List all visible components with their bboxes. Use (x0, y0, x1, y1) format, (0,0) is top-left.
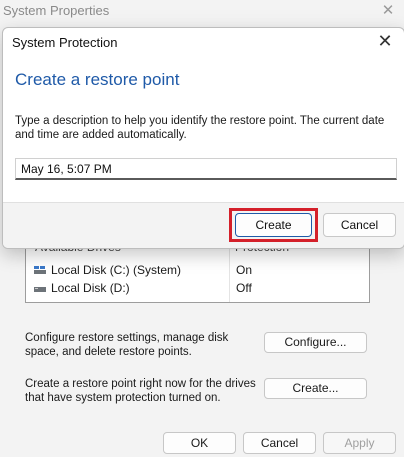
drive-icon (34, 287, 46, 292)
create-button[interactable]: Create (235, 213, 312, 237)
configure-button[interactable]: Configure... (264, 332, 367, 353)
table-row[interactable]: Local Disk (C:) (System) On (26, 262, 369, 280)
configure-description: Configure restore settings, manage disk … (25, 332, 229, 358)
apply-button: Apply (323, 432, 396, 454)
window-titlebar: System Properties ✕ (0, 0, 404, 24)
restore-point-description-input[interactable] (15, 158, 397, 180)
dialog-description: Type a description to help you identify … (15, 115, 385, 141)
ok-button[interactable]: OK (163, 432, 236, 454)
create-restore-point-button[interactable]: Create... (264, 378, 367, 399)
window-title: System Properties (3, 3, 110, 18)
create-description: Create a restore point right now for the… (25, 378, 256, 404)
cancel-button[interactable]: Cancel (243, 432, 316, 454)
system-protection-dialog: System Protection ✕ Create a restore poi… (2, 27, 404, 249)
drive-protection: On (236, 263, 253, 277)
drive-name: Local Disk (C:) (System) (51, 263, 182, 277)
dialog-heading: Create a restore point (15, 70, 180, 89)
cancel-button[interactable]: Cancel (323, 213, 396, 237)
close-icon[interactable]: ✕ (378, 1, 398, 21)
system-drive-icon (34, 266, 46, 274)
drive-name: Local Disk (D:) (51, 281, 130, 295)
close-icon[interactable]: ✕ (374, 30, 396, 52)
table-row[interactable]: Local Disk (D:) Off (26, 280, 369, 298)
dialog-title: System Protection (12, 35, 118, 50)
drive-protection: Off (236, 281, 252, 295)
